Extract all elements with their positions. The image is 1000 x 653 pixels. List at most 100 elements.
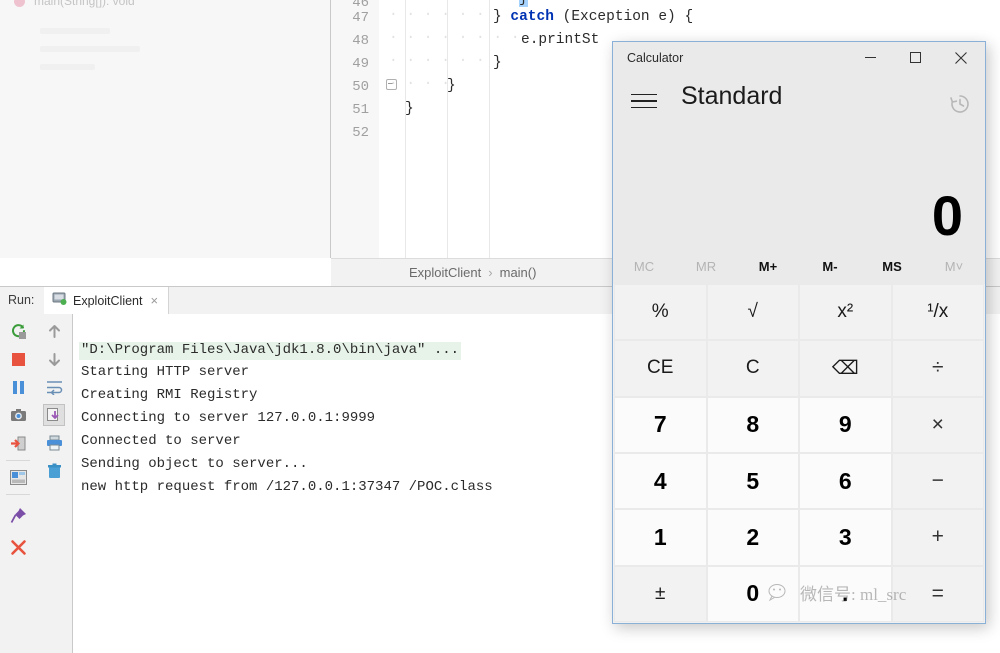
digit-7-key[interactable]: 7 (615, 398, 706, 452)
calculator-titlebar[interactable]: Calculator (613, 42, 985, 74)
hamburger-icon[interactable] (631, 90, 657, 112)
digit-3-key[interactable]: 3 (800, 510, 891, 564)
memory-store-button[interactable]: MS (861, 248, 923, 284)
divide-key[interactable]: ÷ (893, 341, 984, 395)
whitespace-dots: · · · · · · · · (389, 31, 520, 46)
console-line: Sending object to server... (81, 457, 308, 472)
ghost-row (40, 64, 95, 70)
add-key[interactable]: + (893, 510, 984, 564)
run-config-icon (52, 291, 67, 311)
screen: main(String[]): void 46 47 48 49 50 51 5… (0, 0, 1000, 653)
run-tab-label: ExploitClient (73, 294, 142, 308)
code-line-46: } (519, 0, 528, 7)
calculator-display: 0 (613, 130, 985, 248)
code-token: } (493, 9, 510, 25)
memory-recall-button[interactable]: MR (675, 248, 737, 284)
export-icon[interactable] (7, 432, 29, 454)
memory-clear-button[interactable]: MC (613, 248, 675, 284)
maximize-button[interactable] (893, 42, 938, 73)
run-label: Run: (8, 293, 34, 307)
sqrt-key[interactable]: √ (708, 285, 799, 339)
digit-1-key[interactable]: 1 (615, 510, 706, 564)
line-number-gutter: 46 47 48 49 50 51 52 (331, 0, 379, 258)
memory-list-button[interactable]: M˅ (923, 248, 985, 284)
structure-item-main[interactable]: main(String[]): void (34, 0, 135, 8)
digit-2-key[interactable]: 2 (708, 510, 799, 564)
keyword-catch: catch (510, 9, 554, 25)
code-line-48: e.printSt (521, 33, 599, 48)
run-toolbar-left (0, 314, 37, 653)
code-line-50: } (447, 79, 456, 94)
digit-0-key[interactable]: 0 (708, 567, 799, 621)
trash-icon[interactable] (43, 460, 65, 482)
code-line-47: } catch (Exception e) { (493, 10, 693, 25)
code-token: (Exception e) { (554, 9, 693, 25)
console-line: new http request from /127.0.0.1:37347 /… (81, 480, 493, 495)
line-number: 47 (352, 11, 369, 25)
reciprocal-key[interactable]: ¹/x (893, 285, 984, 339)
scroll-down-icon[interactable] (43, 348, 65, 370)
pause-icon[interactable] (7, 376, 29, 398)
digit-6-key[interactable]: 6 (800, 454, 891, 508)
memory-button-row: MC MR M+ M- MS M˅ (613, 248, 985, 284)
percent-key[interactable]: % (615, 285, 706, 339)
structure-pane[interactable]: main(String[]): void (0, 0, 331, 258)
calculator-keypad: % √ x² ¹/x CE C ⌫ ÷ 7 8 9 × 4 5 6 − 1 2 … (614, 284, 984, 622)
calculator-window: Calculator Standard (612, 41, 986, 624)
minimize-button[interactable] (848, 42, 893, 73)
ghost-row (40, 46, 140, 52)
print-icon[interactable] (43, 432, 65, 454)
square-key[interactable]: x² (800, 285, 891, 339)
toolbar-divider (6, 494, 30, 495)
soft-wrap-icon[interactable] (43, 376, 65, 398)
line-number: 49 (352, 57, 369, 71)
ghost-row (40, 28, 110, 34)
backspace-key[interactable]: ⌫ (800, 341, 891, 395)
history-icon[interactable] (949, 93, 971, 115)
thread-dump-icon[interactable] (7, 404, 29, 426)
code-line-51: } (405, 102, 414, 117)
equals-key[interactable]: = (893, 567, 984, 621)
scroll-to-end-icon[interactable] (43, 404, 65, 426)
clear-entry-key[interactable]: CE (615, 341, 706, 395)
breadcrumb-separator: › (481, 265, 499, 280)
rerun-icon[interactable] (7, 320, 29, 342)
stop-icon[interactable] (7, 348, 29, 370)
close-icon[interactable] (7, 536, 29, 558)
breadcrumb-class[interactable]: ExploitClient (409, 265, 481, 280)
multiply-key[interactable]: × (893, 398, 984, 452)
method-icon (14, 0, 25, 7)
memory-add-button[interactable]: M+ (737, 248, 799, 284)
decimal-key[interactable]: . (800, 567, 891, 621)
console-line: Connected to server (81, 434, 241, 449)
whitespace-dots: · · · · (389, 77, 450, 92)
code-line-49: } (493, 56, 502, 71)
display-value: 0 (932, 188, 963, 244)
clear-key[interactable]: C (708, 341, 799, 395)
line-number: 50 (352, 80, 369, 94)
close-button[interactable] (938, 42, 983, 73)
pin-icon[interactable] (7, 504, 29, 526)
memory-subtract-button[interactable]: M- (799, 248, 861, 284)
plus-minus-key[interactable]: ± (615, 567, 706, 621)
scroll-up-icon[interactable] (43, 320, 65, 342)
subtract-key[interactable]: − (893, 454, 984, 508)
console-line: Connecting to server 127.0.0.1:9999 (81, 411, 375, 426)
breadcrumb[interactable]: ExploitClient›main() (409, 265, 536, 280)
run-toolbar-right (36, 314, 73, 653)
breadcrumb-method[interactable]: main() (500, 265, 537, 280)
close-icon[interactable]: × (150, 293, 158, 308)
run-tab-exploitclient[interactable]: ExploitClient × (44, 287, 169, 314)
whitespace-dots: · · · · · · · (389, 54, 502, 69)
digit-9-key[interactable]: 9 (800, 398, 891, 452)
digit-4-key[interactable]: 4 (615, 454, 706, 508)
line-number: 51 (352, 103, 369, 117)
selected-brace: } (519, 0, 528, 7)
code-token: e.printSt (521, 32, 599, 48)
digit-5-key[interactable]: 5 (708, 454, 799, 508)
layout-icon[interactable] (7, 466, 29, 488)
digit-8-key[interactable]: 8 (708, 398, 799, 452)
toolbar-divider (6, 460, 30, 461)
console-line: "D:\Program Files\Java\jdk1.8.0\bin\java… (79, 342, 461, 360)
line-number: 46 (352, 0, 369, 10)
